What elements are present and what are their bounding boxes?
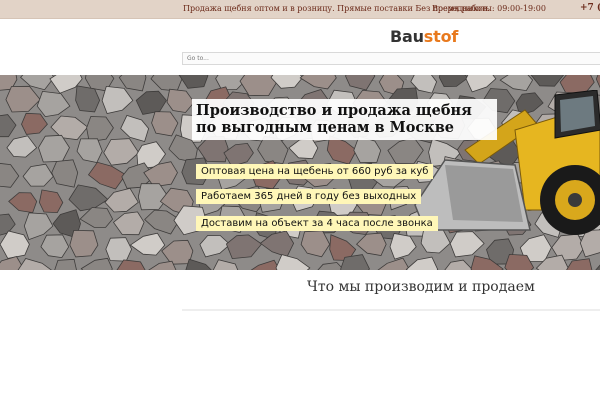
feature-delivery-time: Доставим на объект за 4 часа после звонк… [196,216,438,231]
gravel-stone [54,258,77,270]
feature-work-days: Работаем 365 дней в году без выходных [196,189,422,204]
section-title: Что мы производим и продаем [307,279,535,295]
logo-text-dark: Bau [390,27,424,46]
section-divider [182,309,600,311]
top-info-bar: Продажа щебня оптом и в розницу. Прямые … [0,0,600,19]
logo-text-accent: stof [423,27,459,46]
working-hours: Время работы: 09:00-19:00 [432,4,546,13]
feature-wholesale-price: Оптовая цена на щебень от 660 руб за куб [196,164,434,179]
hero-headline-line-1: Производство и продажа щебня [196,102,472,119]
site-header: Baustof Go to... [0,20,600,75]
nav-select[interactable]: Go to... [182,52,600,65]
site-logo[interactable]: Baustof [390,27,458,46]
hero-headline: Производство и продажа щебня по выгодным… [192,99,497,140]
hero-headline-line-2: по выгодным ценам в Москве [196,119,454,136]
gravel-stone [105,237,133,262]
phone-link[interactable]: +7 (4 [580,3,600,13]
